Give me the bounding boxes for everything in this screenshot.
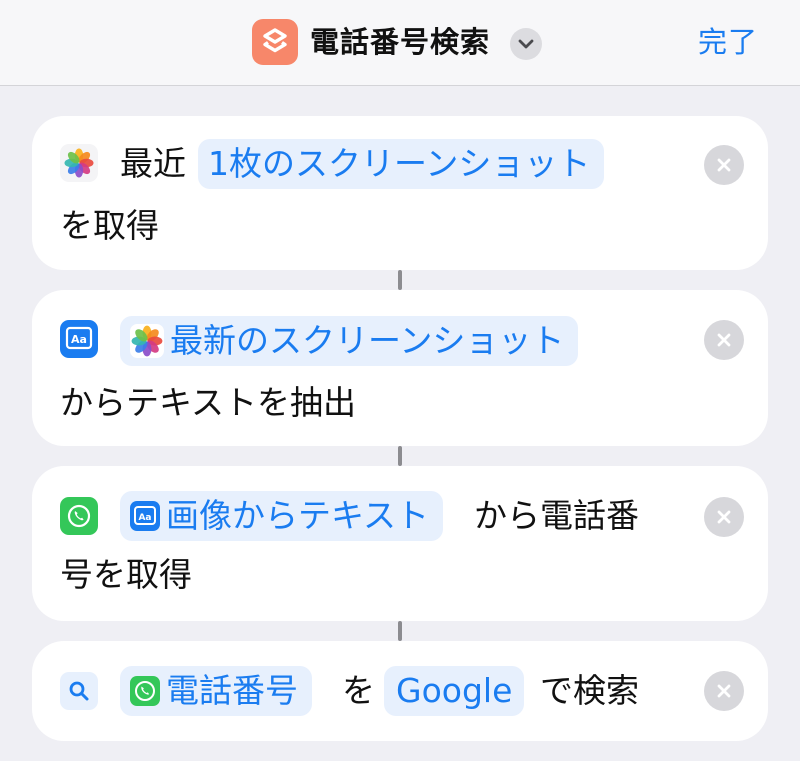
svg-text:Aa: Aa bbox=[138, 513, 151, 523]
action-middle-text: を bbox=[342, 671, 375, 710]
latest-screenshot-token[interactable]: 最新のスクリーンショット bbox=[120, 316, 579, 366]
token-label: 最新のスクリーンショット bbox=[170, 321, 565, 360]
token-label: Google bbox=[396, 671, 513, 710]
phone-icon bbox=[130, 676, 160, 706]
remove-action-close-icon[interactable] bbox=[704, 497, 744, 537]
remove-action-close-icon[interactable] bbox=[704, 320, 744, 360]
screenshot-count-token[interactable]: 1枚のスクリーンショット bbox=[198, 139, 605, 189]
action-card-search-web[interactable]: 電話番号 を Google で検索 bbox=[32, 641, 768, 741]
action-card-get-phone-numbers[interactable]: Aa 画像からテキスト から電話番 号を取得 bbox=[32, 466, 768, 621]
action-card-get-screenshots[interactable]: 最近 1枚のスクリーンショット を取得 bbox=[32, 116, 768, 270]
phone-number-token[interactable]: 電話番号 bbox=[120, 666, 312, 716]
done-button[interactable]: 完了 bbox=[698, 22, 758, 62]
action-suffix-text: 号を取得 bbox=[60, 555, 192, 594]
action-card-extract-text[interactable]: Aa 最新のスクリーンショット からテキストを抽出 bbox=[32, 290, 768, 446]
search-icon bbox=[60, 672, 98, 710]
action-suffix-text: から電話番 bbox=[474, 496, 639, 535]
chevron-down-icon[interactable] bbox=[510, 28, 542, 60]
action-connector bbox=[398, 621, 402, 641]
token-label: 1枚のスクリーンショット bbox=[208, 144, 591, 183]
photos-icon bbox=[130, 324, 164, 358]
image-text-token[interactable]: Aa 画像からテキスト bbox=[120, 491, 444, 541]
action-connector bbox=[398, 446, 402, 466]
token-label: 画像からテキスト bbox=[166, 496, 430, 535]
text-recognition-icon: Aa bbox=[130, 501, 160, 531]
action-suffix-text: で検索 bbox=[540, 671, 639, 710]
navigation-bar: 電話番号検索 完了 bbox=[0, 0, 800, 86]
action-suffix-text: を取得 bbox=[60, 206, 159, 245]
action-connector bbox=[398, 270, 402, 290]
photos-icon bbox=[60, 144, 98, 182]
remove-action-close-icon[interactable] bbox=[704, 671, 744, 711]
remove-action-close-icon[interactable] bbox=[704, 145, 744, 185]
search-engine-token[interactable]: Google bbox=[384, 666, 525, 716]
phone-icon bbox=[60, 497, 98, 535]
text-recognition-icon: Aa bbox=[60, 320, 98, 358]
shortcuts-icon[interactable] bbox=[252, 19, 298, 65]
action-prefix-text: 最近 bbox=[120, 144, 186, 183]
token-label: 電話番号 bbox=[166, 671, 298, 710]
action-suffix-text: からテキストを抽出 bbox=[60, 383, 357, 422]
shortcut-title[interactable]: 電話番号検索 bbox=[310, 22, 490, 62]
svg-text:Aa: Aa bbox=[71, 333, 87, 346]
